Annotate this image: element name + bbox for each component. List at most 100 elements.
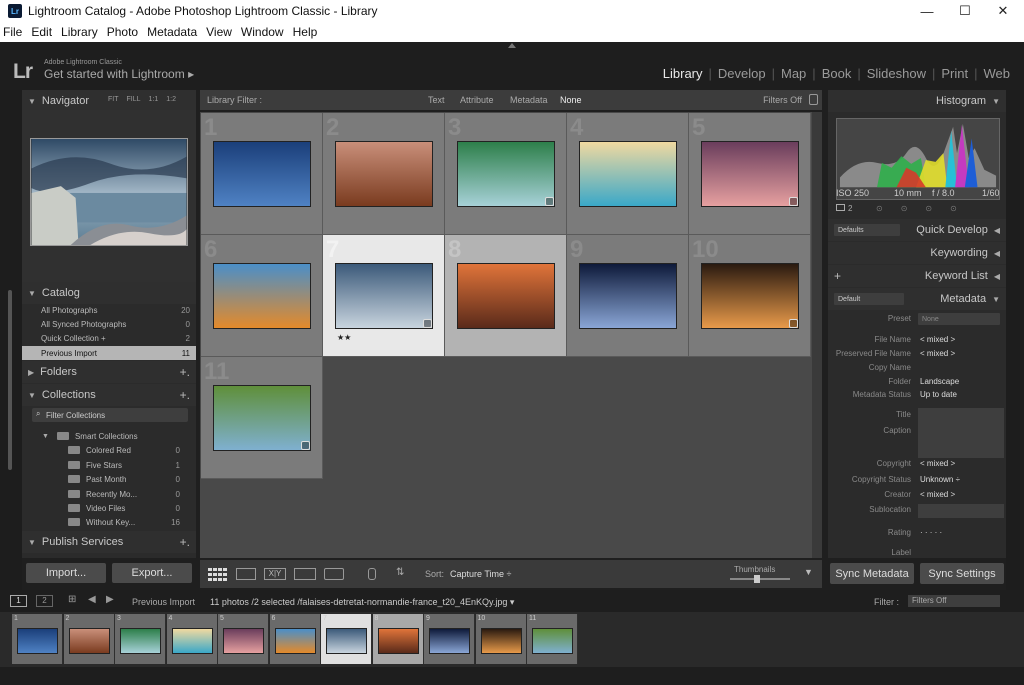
grid-cell[interactable]: 7 ★★	[323, 235, 445, 357]
toolbar-menu-chevron-icon[interactable]: ▼	[804, 567, 813, 577]
filmstrip-thumbnail[interactable]	[274, 628, 316, 654]
zoom-fill[interactable]: FILL	[127, 96, 141, 103]
sort-direction-icon[interactable]: ⇅	[396, 567, 404, 578]
back-arrow-icon[interactable]: ◀	[88, 594, 96, 605]
collection-five-stars[interactable]: Five Stars 1	[68, 458, 188, 472]
export-button[interactable]: Export...	[112, 563, 192, 583]
grid-cell[interactable]: 8	[445, 235, 567, 357]
module-map[interactable]: Map	[775, 66, 812, 81]
photo-thumbnail[interactable]	[335, 263, 433, 329]
filter-attribute[interactable]: Attribute	[460, 95, 494, 105]
sync-settings-button[interactable]: Sync Settings	[920, 563, 1004, 584]
folders-header[interactable]: ▶ Folders +.	[22, 361, 196, 383]
menu-view[interactable]: View	[206, 25, 232, 39]
metadata-preset-select[interactable]: Default	[834, 293, 904, 305]
collection-colored-red[interactable]: Colored Red 0	[68, 443, 188, 457]
photo-thumbnail[interactable]	[579, 141, 677, 207]
module-slideshow[interactable]: Slideshow	[861, 66, 932, 81]
collection-recently-modified[interactable]: Recently Mo... 0	[68, 487, 188, 501]
grid-scrollbar[interactable]	[812, 112, 822, 558]
grid-cell[interactable]: 10	[689, 235, 811, 357]
catalog-item-previous-import[interactable]: Previous Import 11	[22, 346, 196, 360]
filmstrip-thumbnail[interactable]	[377, 628, 419, 654]
grid-cell[interactable]: 9	[567, 235, 689, 357]
filmstrip-thumbnail[interactable]	[532, 628, 573, 654]
catalog-item-all-synced[interactable]: All Synced Photographs 0	[22, 317, 196, 331]
menu-window[interactable]: Window	[241, 25, 284, 39]
photo-thumbnail[interactable]	[701, 263, 799, 329]
photo-thumbnail[interactable]	[335, 141, 433, 207]
publish-services-header[interactable]: ▼ Publish Services +.	[22, 531, 196, 553]
filmstrip-filter-dropdown[interactable]: Filters Off	[908, 595, 1000, 607]
filmstrip-cell[interactable]: 3	[115, 614, 166, 664]
menu-photo[interactable]: Photo	[107, 25, 138, 39]
zoom-1-1[interactable]: 1:1	[149, 96, 159, 103]
minimize-icon[interactable]: —	[908, 0, 946, 22]
photo-thumbnail[interactable]	[701, 141, 799, 207]
second-screen-button[interactable]: 2	[36, 595, 53, 607]
compare-view-icon[interactable]: X|Y	[264, 568, 286, 580]
metadata-value[interactable]: Unknown ÷	[920, 475, 960, 484]
maximize-icon[interactable]: ☐	[946, 0, 984, 22]
filter-collections-field[interactable]: ⌕ Filter Collections	[32, 408, 188, 422]
filmstrip-cell[interactable]: 6	[269, 614, 321, 664]
catalog-item-all-photographs[interactable]: All Photographs 20	[22, 303, 196, 317]
metadata-value[interactable]: Up to date	[920, 390, 957, 399]
filter-text[interactable]: Text	[428, 95, 445, 105]
import-button[interactable]: Import...	[26, 563, 106, 583]
grid-cell[interactable]: 2	[323, 113, 445, 235]
filmstrip-thumbnail[interactable]	[480, 628, 522, 654]
metadata-value[interactable]: < mixed >	[920, 335, 955, 344]
filmstrip-cell[interactable]: 9	[424, 614, 475, 664]
thumbnail-size-slider[interactable]	[730, 575, 790, 583]
people-view-icon[interactable]	[324, 568, 344, 580]
zoom-fit[interactable]: FIT	[108, 96, 119, 103]
keyword-list-header[interactable]: + Keyword List ◀	[828, 265, 1006, 287]
menu-file[interactable]: File	[3, 25, 22, 39]
edit-badge-icon[interactable]	[545, 197, 554, 206]
edit-badge-icon[interactable]	[789, 319, 798, 328]
grid-cell[interactable]: 3	[445, 113, 567, 235]
edit-badge-icon[interactable]	[423, 319, 432, 328]
collections-header[interactable]: ▼ Collections +.	[22, 384, 196, 406]
add-keyword-icon[interactable]: +	[834, 269, 841, 283]
photo-thumbnail[interactable]	[457, 263, 555, 329]
sublocation-field[interactable]	[918, 504, 1004, 518]
edit-badge-icon[interactable]	[301, 441, 310, 450]
top-panel-toggle-icon[interactable]	[508, 43, 516, 48]
filmstrip-thumbnail[interactable]	[429, 628, 470, 654]
menu-metadata[interactable]: Metadata	[147, 25, 197, 39]
smart-collections-group[interactable]: ▼ Smart Collections	[42, 429, 190, 443]
filter-none[interactable]: None	[560, 95, 582, 105]
metadata-value[interactable]: < mixed >	[920, 490, 955, 499]
grid-cell[interactable]: 4	[567, 113, 689, 235]
metadata-preset-dropdown[interactable]: None	[918, 313, 1000, 325]
keywording-header[interactable]: Keywording ◀	[828, 242, 1006, 264]
filmstrip-cell[interactable]: 10	[475, 614, 527, 664]
filmstrip-cell[interactable]: 1	[12, 614, 63, 664]
grid-shortcut-icon[interactable]: ⊞	[68, 594, 76, 605]
metadata-value[interactable]: · · · · ·	[920, 528, 942, 537]
filmstrip-thumbnail[interactable]	[223, 628, 264, 654]
forward-arrow-icon[interactable]: ▶	[106, 594, 114, 605]
filter-metadata[interactable]: Metadata	[510, 95, 548, 105]
menu-help[interactable]: Help	[293, 25, 318, 39]
sync-metadata-button[interactable]: Sync Metadata	[830, 563, 914, 584]
metadata-value[interactable]: < mixed >	[920, 349, 955, 358]
sort-dropdown[interactable]: Capture Time ÷	[450, 569, 511, 579]
filmstrip-cell[interactable]: 7	[321, 614, 372, 664]
main-screen-button[interactable]: 1	[10, 595, 27, 607]
metadata-value[interactable]: < mixed >	[920, 459, 955, 468]
filmstrip-thumbnail[interactable]	[68, 628, 110, 654]
photo-thumbnail[interactable]	[213, 263, 311, 329]
zoom-1-2[interactable]: 1:2	[166, 96, 176, 103]
filmstrip-info[interactable]: 11 photos /2 selected /falaises-detretat…	[210, 597, 514, 608]
grid-cell[interactable]: 11	[201, 357, 323, 479]
edit-badge-icon[interactable]	[789, 197, 798, 206]
module-develop[interactable]: Develop	[712, 66, 772, 81]
catalog-item-quick-collection[interactable]: Quick Collection + 2	[22, 331, 196, 345]
filters-off-dropdown[interactable]: Filters Off	[763, 95, 802, 105]
lock-icon[interactable]	[809, 94, 818, 105]
quick-develop-preset-select[interactable]: Defaults	[834, 224, 900, 236]
filmstrip-cell[interactable]: 11	[527, 614, 578, 664]
